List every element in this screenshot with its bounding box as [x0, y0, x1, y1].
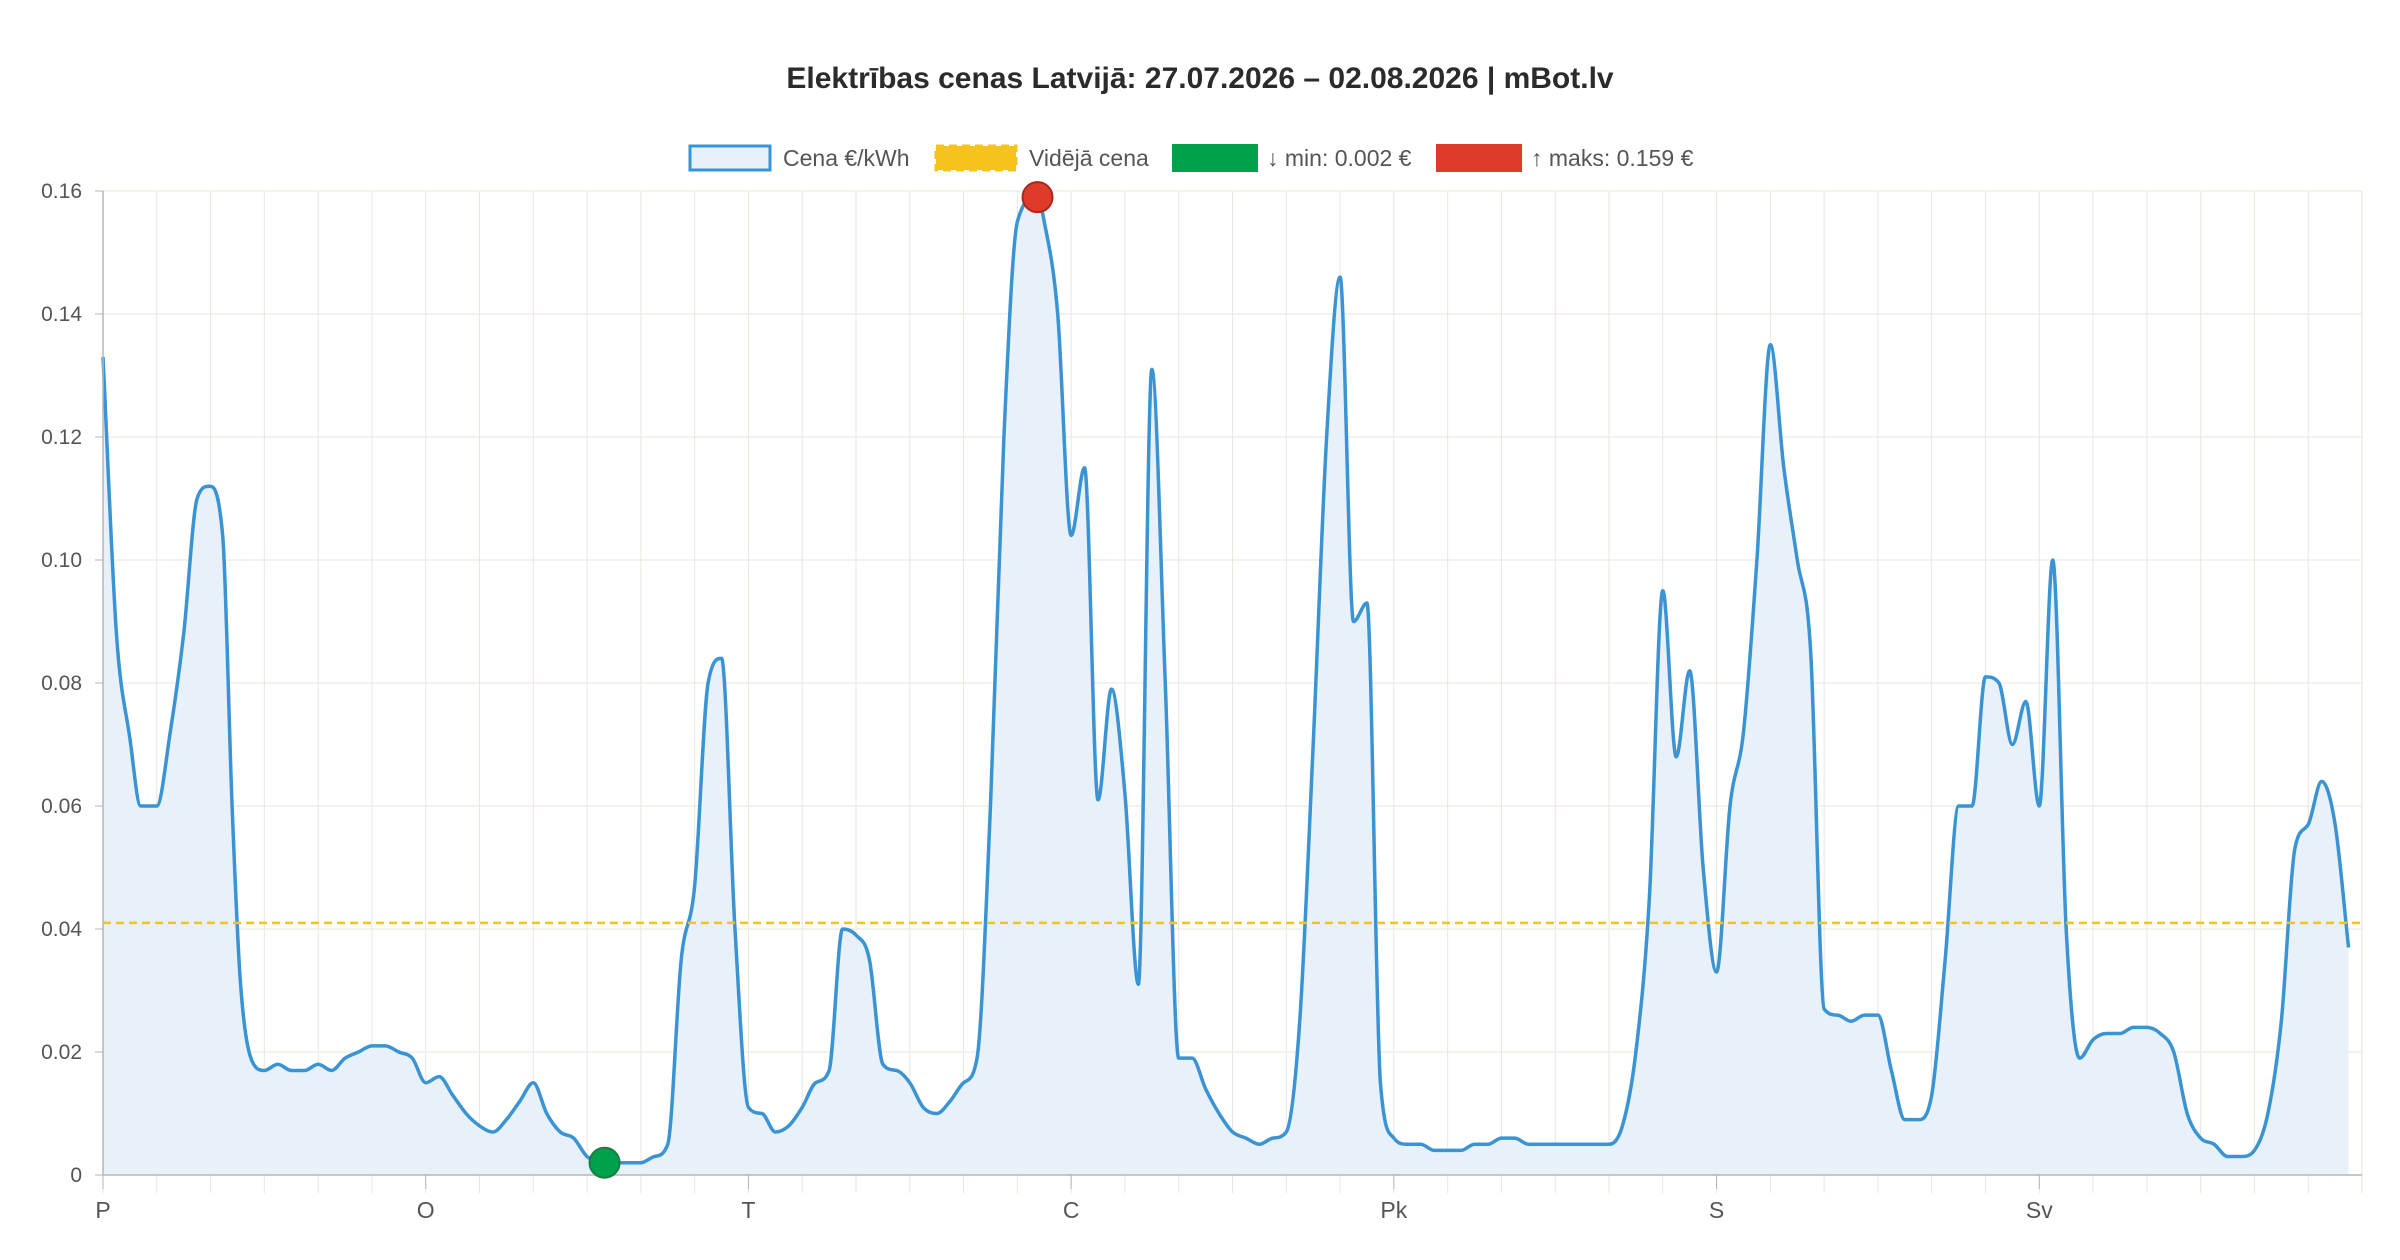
x-tick-label-day: S — [1709, 1197, 1724, 1223]
legend-label-price: Cena €/kWh — [783, 145, 910, 171]
chart-title: Elektrības cenas Latvijā: 27.07.2026 – 0… — [786, 62, 1614, 95]
y-tick-label: 0.02 — [41, 1041, 82, 1064]
y-tick-label: 0.16 — [41, 180, 82, 203]
legend-label-average: Vidējā cena — [1029, 145, 1149, 171]
y-tick-label: 0.08 — [41, 672, 82, 695]
price-chart: Elektrības cenas Latvijā: 27.07.2026 – 0… — [0, 0, 2400, 1260]
legend-label-max: ↑ maks: 0.159 € — [1531, 145, 1694, 171]
max-price-marker — [1021, 181, 1054, 214]
y-tick-label: 0 — [70, 1164, 82, 1187]
y-tick-label: 0.14 — [41, 303, 82, 326]
x-tick-label-day: O — [417, 1197, 435, 1223]
legend-swatch-price — [688, 144, 772, 172]
chart-canvas: Elektrības cenas Latvijā: 27.07.2026 – 0… — [41, 62, 2363, 1223]
x-tick-label-day: C — [1063, 1197, 1080, 1223]
y-tick-label: 0.06 — [41, 795, 82, 818]
legend-label-min: ↓ min: 0.002 € — [1267, 145, 1412, 171]
x-tick-label-day: Sv — [2026, 1197, 2053, 1223]
legend-swatch-min — [1172, 144, 1258, 172]
y-tick-label: 0.10 — [41, 549, 82, 572]
x-tick-label-day: T — [741, 1197, 755, 1223]
min-price-marker — [588, 1146, 621, 1179]
y-tick-label: 0.12 — [41, 426, 82, 449]
y-tick-label: 0.04 — [41, 918, 82, 941]
x-tick-label-day: Pk — [1380, 1197, 1407, 1223]
legend: Cena €/kWh Vidējā cena ↓ min: 0.002 € ↑ … — [688, 144, 1694, 172]
legend-swatch-average — [934, 144, 1018, 172]
legend-swatch-max — [1436, 144, 1522, 172]
price-area-fill — [103, 197, 2349, 1175]
x-tick-label-day: P — [95, 1197, 110, 1223]
